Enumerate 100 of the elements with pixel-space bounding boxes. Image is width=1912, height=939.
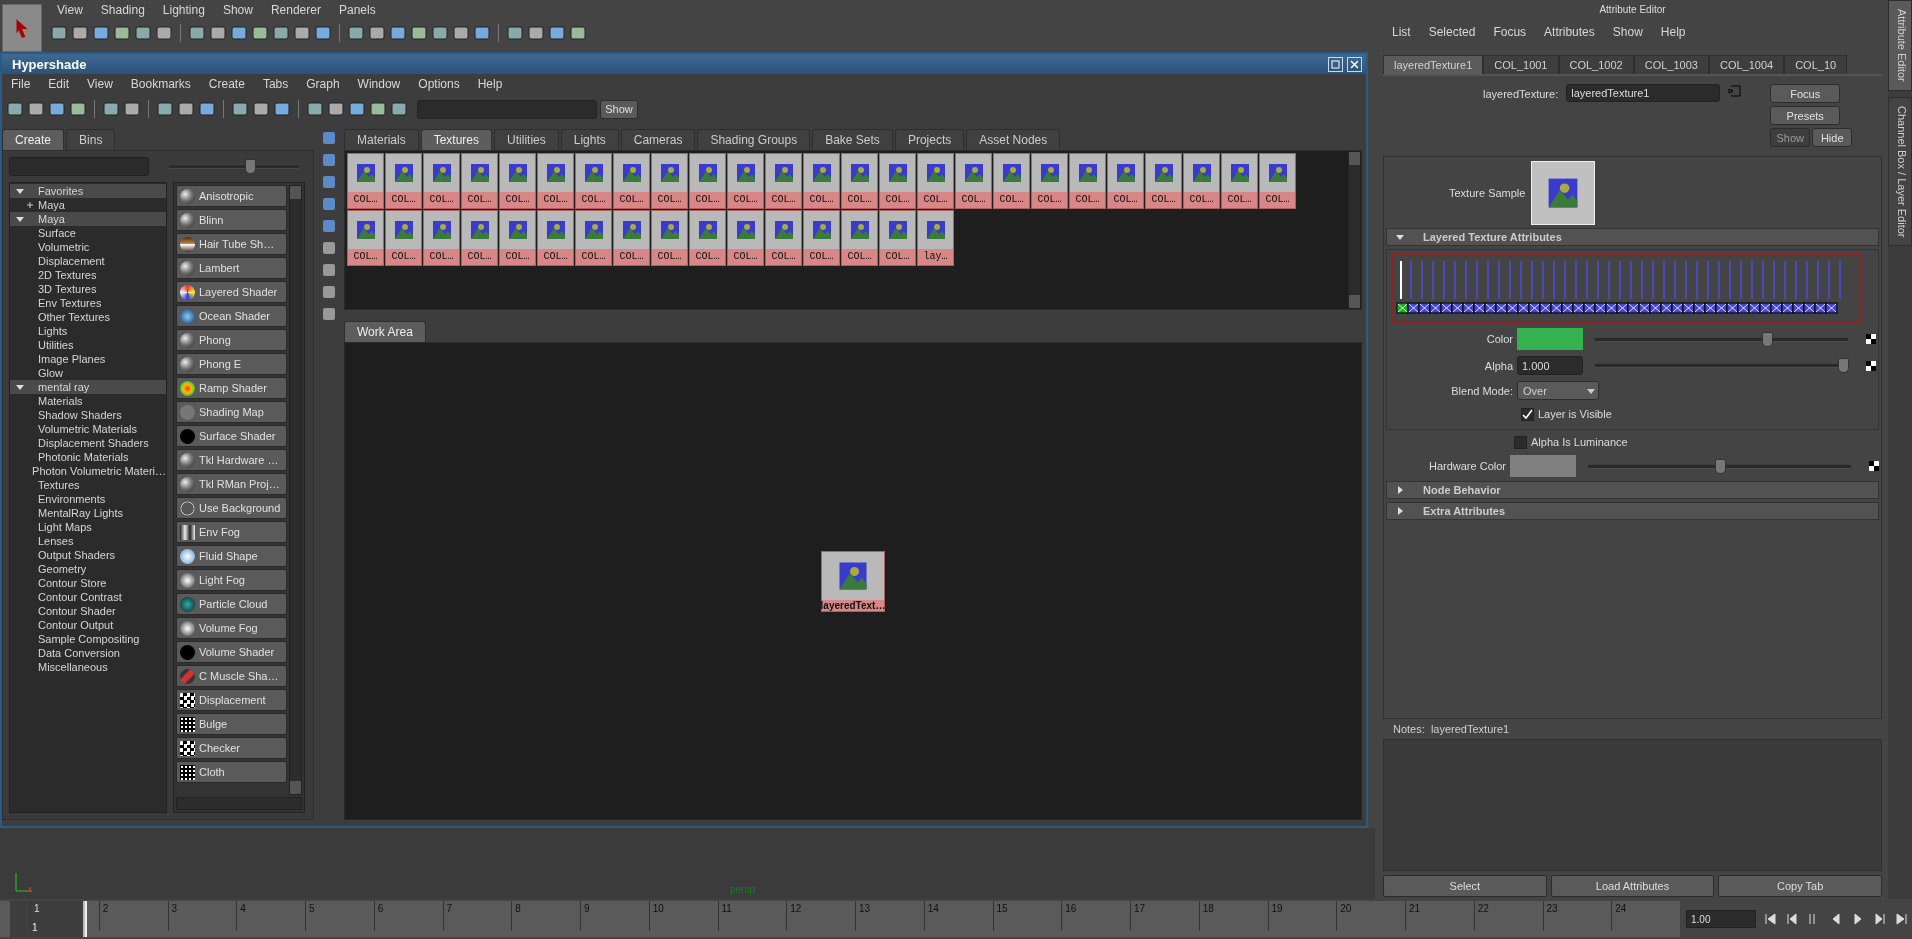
tab[interactable]: Work Area bbox=[344, 321, 426, 342]
graph-icon[interactable] bbox=[252, 100, 270, 118]
tree-item[interactable]: Output Shaders bbox=[38, 549, 116, 561]
toolbar-icon[interactable] bbox=[431, 24, 449, 42]
menu-item[interactable]: Shading bbox=[91, 3, 154, 17]
texture-node[interactable]: COL… bbox=[651, 210, 688, 266]
tree-item[interactable]: Glow bbox=[38, 367, 64, 379]
tool-icon[interactable] bbox=[321, 130, 337, 146]
toolbar-icon[interactable] bbox=[188, 24, 206, 42]
side-tab[interactable]: Channel Box / Layer Editor bbox=[1888, 96, 1912, 247]
node-button[interactable]: Env Fog bbox=[176, 521, 287, 543]
section-header[interactable]: Node Behavior bbox=[1386, 481, 1879, 499]
side-tab[interactable]: Attribute Editor bbox=[1888, 0, 1912, 91]
menu-item[interactable]: Options bbox=[409, 77, 469, 91]
scrollbar[interactable] bbox=[1348, 151, 1361, 309]
texture-node[interactable]: COL… bbox=[765, 153, 802, 209]
checker-icon[interactable] bbox=[1869, 461, 1879, 471]
texture-node[interactable]: COL… bbox=[841, 210, 878, 266]
tree-item[interactable]: Contour Output bbox=[38, 619, 114, 631]
toolbar-icon[interactable] bbox=[368, 24, 386, 42]
close-icon[interactable] bbox=[1347, 56, 1362, 72]
node-button[interactable]: Anisotropic bbox=[176, 185, 287, 207]
checker-icon[interactable] bbox=[1866, 360, 1876, 371]
tab[interactable]: Bins bbox=[66, 129, 116, 150]
tab[interactable]: COL_1004 bbox=[1708, 55, 1785, 74]
slider-thumb[interactable] bbox=[1762, 331, 1774, 347]
playback-icon[interactable] bbox=[1894, 912, 1910, 926]
tree-item[interactable]: Contour Store bbox=[38, 577, 107, 589]
graph-icon[interactable] bbox=[306, 100, 324, 118]
slider-thumb[interactable] bbox=[244, 159, 256, 174]
node-button[interactable]: Fluid Shape bbox=[176, 545, 287, 567]
tree-item[interactable]: Lenses bbox=[38, 535, 74, 547]
menu-item[interactable]: Window bbox=[348, 77, 410, 91]
tree-item[interactable]: Sample Compositing bbox=[38, 633, 140, 645]
graph-icon[interactable] bbox=[348, 100, 366, 118]
scrollbar[interactable] bbox=[289, 185, 302, 795]
texture-node[interactable]: COL… bbox=[423, 210, 460, 266]
texture-node[interactable]: COL… bbox=[385, 153, 422, 209]
tool-icon[interactable] bbox=[321, 174, 337, 190]
tree-item[interactable]: Contour Shader bbox=[38, 605, 116, 617]
texture-node[interactable]: COL… bbox=[727, 153, 764, 209]
tab[interactable]: COL_1002 bbox=[1558, 55, 1634, 74]
tree-item[interactable]: Volumetric bbox=[38, 241, 90, 253]
tab[interactable]: Shading Groups bbox=[697, 129, 811, 150]
texture-node[interactable]: COL… bbox=[917, 153, 954, 209]
toolbar-icon[interactable] bbox=[71, 24, 89, 42]
graph-icon[interactable] bbox=[156, 100, 174, 118]
playback-icon[interactable] bbox=[1762, 912, 1778, 926]
slider-thumb[interactable] bbox=[1714, 458, 1726, 474]
tree-item[interactable]: Materials bbox=[38, 395, 83, 407]
tab[interactable]: Lights bbox=[560, 129, 619, 150]
texture-node[interactable]: COL… bbox=[347, 210, 384, 266]
node-button[interactable]: Lambert bbox=[176, 257, 287, 279]
texture-node[interactable]: COL… bbox=[765, 210, 802, 266]
graph-icon[interactable] bbox=[123, 100, 141, 118]
texture-node[interactable]: COL… bbox=[1259, 153, 1296, 209]
tab[interactable]: Utilities bbox=[494, 129, 559, 150]
texture-node[interactable]: COL… bbox=[499, 210, 536, 266]
presets-button[interactable]: Presets bbox=[1770, 106, 1841, 125]
texture-node[interactable]: COL… bbox=[1031, 153, 1068, 209]
texture-node[interactable]: COL… bbox=[993, 153, 1030, 209]
texture-node[interactable]: COL… bbox=[423, 153, 460, 209]
tool-icon[interactable] bbox=[321, 240, 337, 256]
show-button[interactable]: Show bbox=[600, 99, 638, 119]
toolbar-icon[interactable] bbox=[113, 24, 131, 42]
node-button[interactable]: Use Background bbox=[176, 497, 287, 519]
menu-item[interactable]: List bbox=[1383, 25, 1420, 39]
graph-icon[interactable] bbox=[102, 100, 120, 118]
menu-item[interactable]: Help bbox=[1651, 25, 1695, 39]
toggle-button[interactable]: Hide bbox=[1812, 128, 1853, 147]
time-slider[interactable]: 1 1 2 3 4 5 6 7 8 9 10 11 12 13 14 15 16 17 18 19 20 21 22 23 24 bbox=[0, 901, 1680, 937]
tab[interactable]: Create bbox=[2, 129, 65, 150]
tree-item[interactable]: Utilities bbox=[38, 339, 74, 351]
layout-icon[interactable] bbox=[69, 100, 87, 118]
texture-node[interactable]: COL… bbox=[727, 210, 764, 266]
tree-item[interactable]: Textures bbox=[38, 479, 80, 491]
node-button[interactable]: Volume Fog bbox=[176, 617, 287, 639]
layout-icon[interactable] bbox=[27, 100, 45, 118]
texture-node[interactable]: COL… bbox=[1183, 153, 1220, 209]
menu-item[interactable]: Show bbox=[213, 3, 262, 17]
toolbar-icon[interactable] bbox=[410, 24, 428, 42]
node-button[interactable]: Tkl RMan Proj… bbox=[176, 473, 287, 495]
tab[interactable]: Bake Sets bbox=[812, 129, 893, 150]
node-button[interactable]: Ocean Shader bbox=[176, 305, 287, 327]
toolbar-icon[interactable] bbox=[548, 24, 566, 42]
name-field[interactable]: layeredTexture1 bbox=[1566, 84, 1721, 102]
toolbar-icon[interactable] bbox=[134, 24, 152, 42]
toolbar-icon[interactable] bbox=[347, 24, 365, 42]
section-header[interactable]: Extra Attributes bbox=[1386, 502, 1879, 520]
texture-node[interactable]: COL… bbox=[803, 210, 840, 266]
tree-item[interactable]: Photonic Materials bbox=[38, 451, 129, 463]
toolbar-icon[interactable] bbox=[50, 24, 68, 42]
node-button[interactable]: Cloth bbox=[176, 761, 287, 783]
texture-node[interactable]: COL… bbox=[689, 153, 726, 209]
toolbar-icon[interactable] bbox=[314, 24, 332, 42]
node-button[interactable]: Tkl Hardware … bbox=[176, 449, 287, 471]
node-button[interactable]: C Muscle Sha… bbox=[176, 665, 287, 687]
tree-item[interactable]: Shadow Shaders bbox=[38, 409, 122, 421]
checkbox[interactable] bbox=[1514, 435, 1527, 449]
tree-item[interactable]: Geometry bbox=[38, 563, 87, 575]
